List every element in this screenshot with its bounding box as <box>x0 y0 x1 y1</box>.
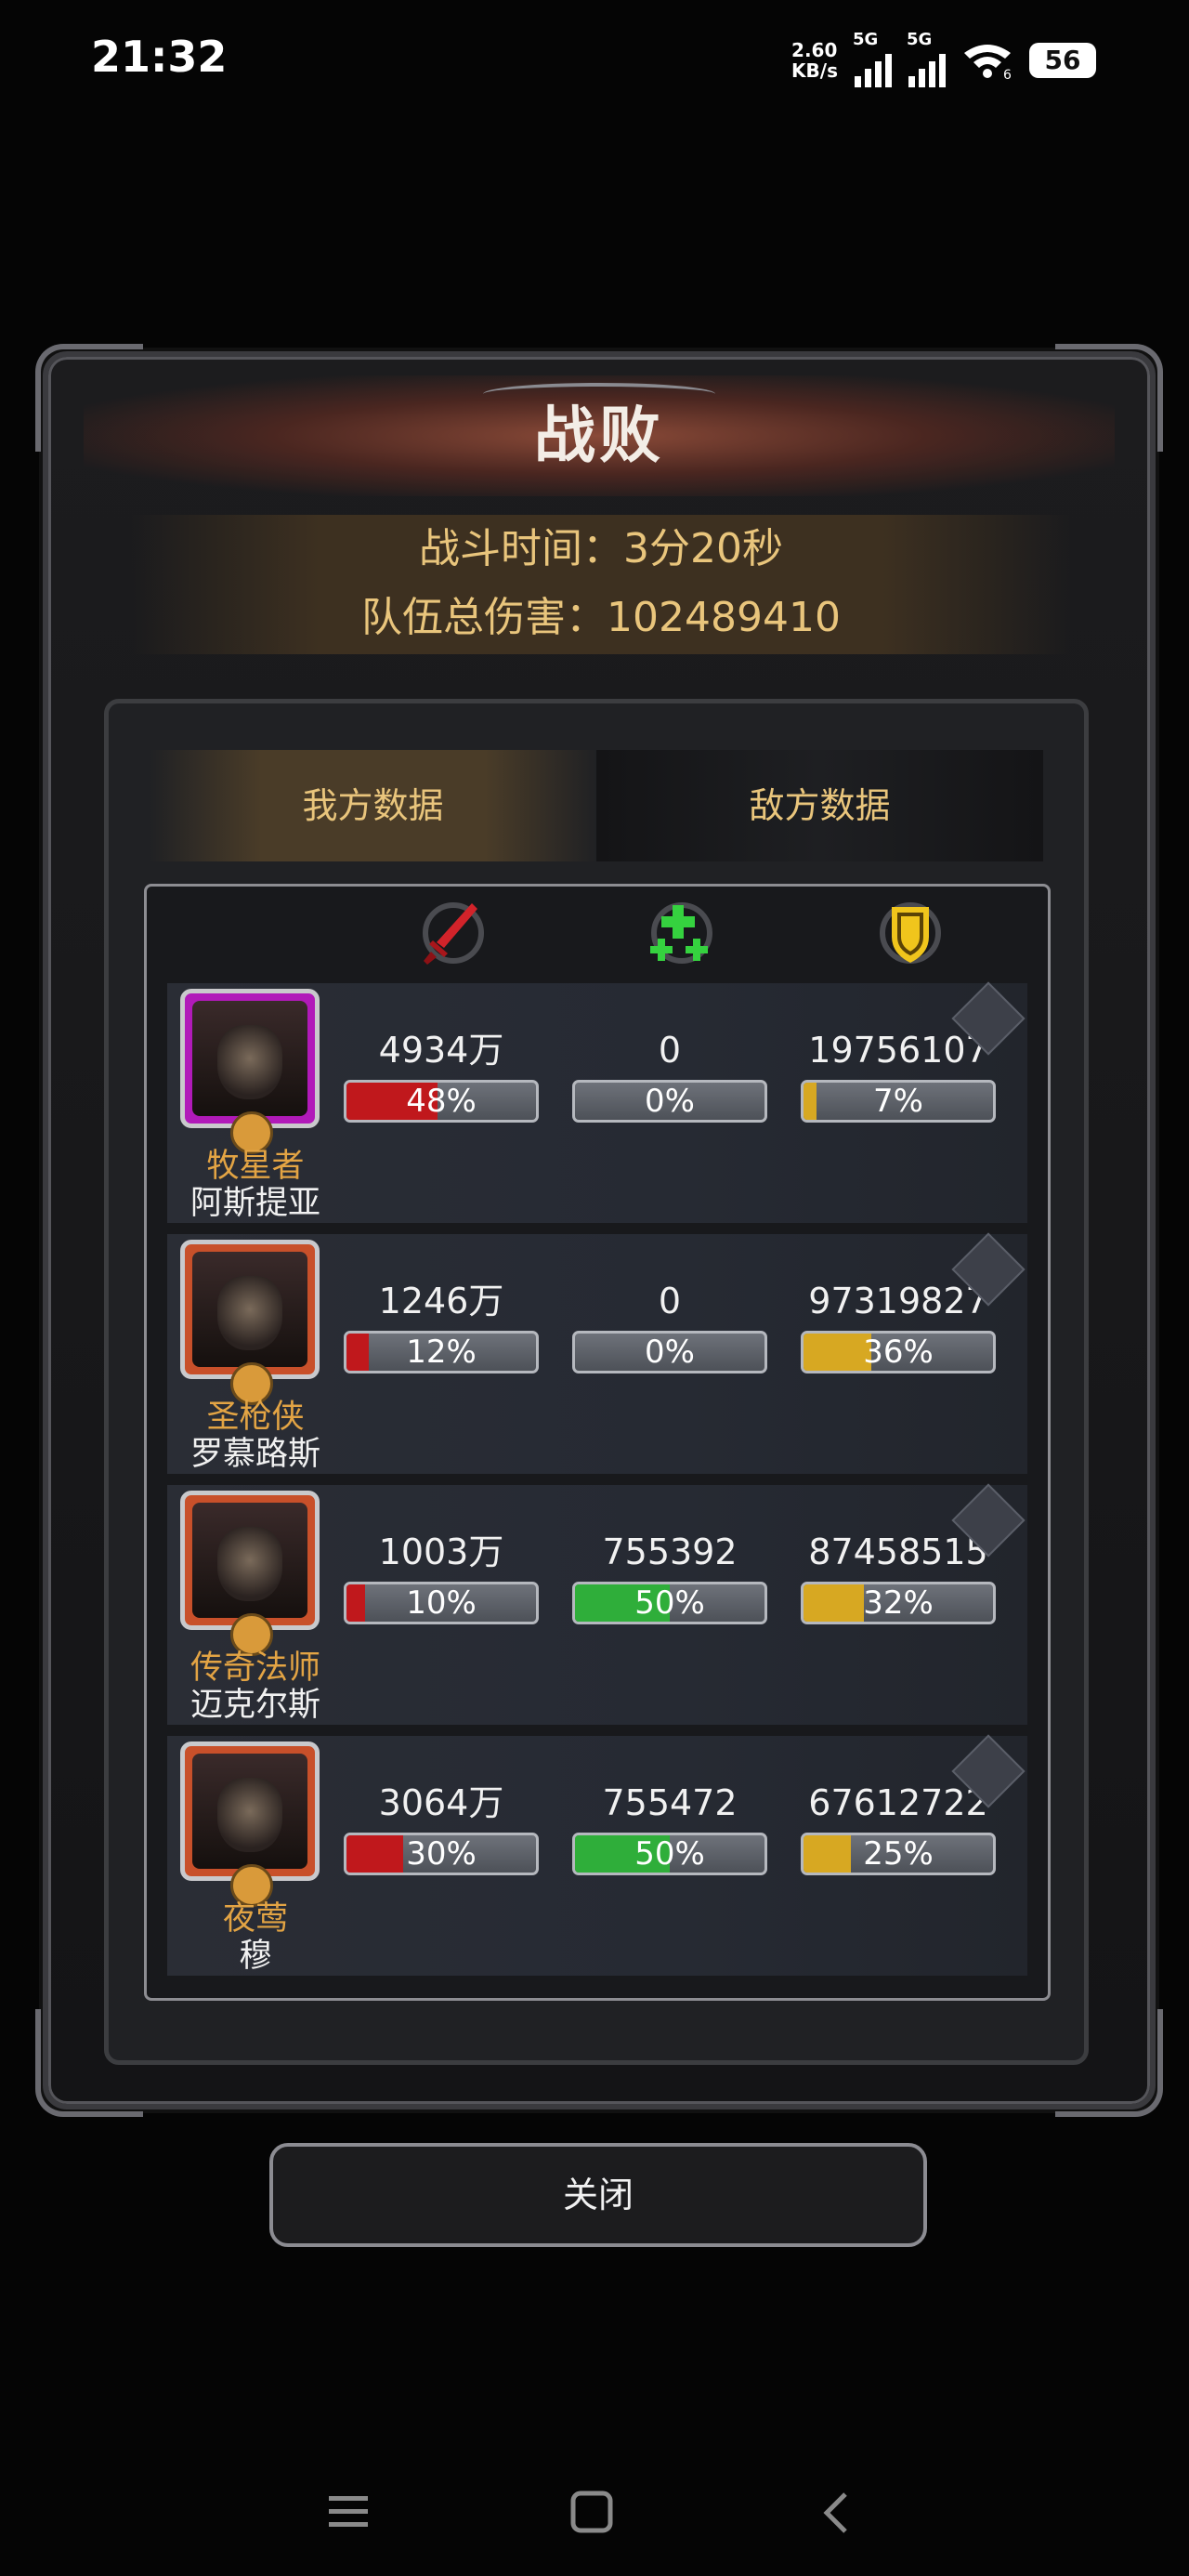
damage-value: 4934万 <box>378 1030 504 1071</box>
signal-icon: 5G <box>853 30 892 87</box>
hero-name: 阿斯提亚 <box>189 1185 320 1222</box>
heal-stat: 755472 50% <box>572 1782 767 1875</box>
damage-stat: 1003万 10% <box>344 1531 539 1624</box>
tank-value: 19756107 <box>808 1030 988 1071</box>
heal-bar: 50% <box>572 1582 767 1624</box>
battery-icon: 56 <box>1029 43 1096 78</box>
tank-bar: 25% <box>801 1833 996 1875</box>
heal-percent: 0% <box>645 1083 695 1120</box>
network-speed: 2.60 KB/s <box>791 39 838 82</box>
hero-name: 迈克尔斯 <box>189 1687 320 1724</box>
damage-percent: 48% <box>406 1083 477 1120</box>
close-button[interactable]: 关闭 <box>269 2143 927 2247</box>
hero-rows: 牧星者 阿斯提亚 4934万 48% 0 0% 19756107 7% 圣枪侠 … <box>167 981 1027 1987</box>
shield-icon <box>880 902 941 964</box>
heal-value: 0 <box>658 1281 682 1321</box>
hero-row: 牧星者 阿斯提亚 4934万 48% 0 0% 19756107 7% <box>167 981 1027 1223</box>
tank-bar: 32% <box>801 1582 996 1624</box>
heal-bar: 0% <box>572 1331 767 1373</box>
tank-percent: 32% <box>863 1584 934 1622</box>
heal-value: 755392 <box>602 1531 738 1572</box>
hero-face <box>217 1025 282 1099</box>
damage-percent: 30% <box>406 1835 477 1873</box>
damage-bar: 10% <box>344 1582 539 1624</box>
battle-result-panel: 战败 战斗时间：3分20秒 队伍总伤害：102489410 我方数据 敌方数据 <box>35 344 1163 2117</box>
tank-stat: 87458515 32% <box>801 1531 996 1624</box>
heal-cross-icon <box>650 902 712 964</box>
heal-stat: 755392 50% <box>572 1531 767 1624</box>
damage-bar: 30% <box>344 1833 539 1875</box>
title-ornament <box>483 383 715 405</box>
sword-icon <box>423 902 484 965</box>
stats-container: 我方数据 敌方数据 牧星者 阿斯提亚 4934万 48% 0 0% 197561… <box>104 699 1089 2065</box>
svg-text:6: 6 <box>1003 68 1012 79</box>
hero-portrait[interactable] <box>180 1491 320 1630</box>
heal-stat: 0 0% <box>572 1281 767 1373</box>
damage-bar: 48% <box>344 1080 539 1123</box>
damage-value: 1246万 <box>378 1281 504 1321</box>
data-tabs: 我方数据 敌方数据 <box>150 750 1043 861</box>
tank-percent: 25% <box>863 1835 934 1873</box>
title-banner: 战败 <box>84 375 1115 496</box>
back-icon[interactable] <box>817 2491 855 2537</box>
home-icon[interactable] <box>568 2491 615 2537</box>
tab-our-data[interactable]: 我方数据 <box>150 750 596 861</box>
hero-name: 罗慕路斯 <box>189 1436 320 1473</box>
heal-bar: 0% <box>572 1080 767 1123</box>
damage-percent: 12% <box>406 1334 477 1371</box>
hero-row: 传奇法师 迈克尔斯 1003万 10% 755392 50% 87458515 … <box>167 1483 1027 1725</box>
wifi-icon: 6 <box>964 45 1012 79</box>
tank-stat: 19756107 7% <box>801 1030 996 1123</box>
status-time: 21:32 <box>91 32 228 82</box>
menu-icon[interactable] <box>325 2491 372 2531</box>
hero-face <box>217 1527 282 1601</box>
heal-percent: 50% <box>634 1584 705 1622</box>
damage-stat: 3064万 30% <box>344 1782 539 1875</box>
battle-summary: 战斗时间：3分20秒 队伍总伤害：102489410 <box>132 515 1070 654</box>
damage-bar: 12% <box>344 1331 539 1373</box>
heal-stat: 0 0% <box>572 1030 767 1123</box>
heal-value: 0 <box>658 1030 682 1071</box>
hero-portrait[interactable] <box>180 1741 320 1881</box>
tank-stat: 67612722 25% <box>801 1782 996 1875</box>
hero-row: 圣枪侠 罗慕路斯 1246万 12% 0 0% 97319827 36% <box>167 1232 1027 1474</box>
hero-stats-table: 牧星者 阿斯提亚 4934万 48% 0 0% 19756107 7% 圣枪侠 … <box>144 884 1051 2001</box>
damage-stat: 1246万 12% <box>344 1281 539 1373</box>
damage-stat: 4934万 48% <box>344 1030 539 1123</box>
team-total-damage: 队伍总伤害：102489410 <box>361 594 841 641</box>
tab-enemy-data[interactable]: 敌方数据 <box>596 750 1043 861</box>
hero-face <box>217 1778 282 1852</box>
tank-value: 87458515 <box>808 1531 988 1572</box>
heal-percent: 0% <box>645 1334 695 1371</box>
heal-percent: 50% <box>634 1835 705 1873</box>
tank-percent: 7% <box>873 1083 923 1120</box>
heal-value: 755472 <box>602 1782 738 1823</box>
hero-portrait[interactable] <box>180 989 320 1128</box>
hero-face <box>217 1276 282 1350</box>
tank-value: 67612722 <box>808 1782 988 1823</box>
battle-time: 战斗时间：3分20秒 <box>419 525 783 572</box>
heal-bar: 50% <box>572 1833 767 1875</box>
hero-row: 夜莺 穆 3064万 30% 755472 50% 67612722 25% <box>167 1734 1027 1976</box>
tank-stat: 97319827 36% <box>801 1281 996 1373</box>
tank-bar: 36% <box>801 1331 996 1373</box>
status-icons: 2.60 KB/s 5G 5G 6 56 <box>791 30 1096 87</box>
hero-name: 穆 <box>239 1938 272 1975</box>
hero-portrait[interactable] <box>180 1240 320 1379</box>
tank-value: 97319827 <box>808 1281 988 1321</box>
damage-percent: 10% <box>406 1584 477 1622</box>
damage-value: 1003万 <box>378 1531 504 1572</box>
tank-bar: 7% <box>801 1080 996 1123</box>
damage-value: 3064万 <box>378 1782 504 1823</box>
tank-percent: 36% <box>863 1334 934 1371</box>
signal-icon: 5G <box>907 30 946 87</box>
